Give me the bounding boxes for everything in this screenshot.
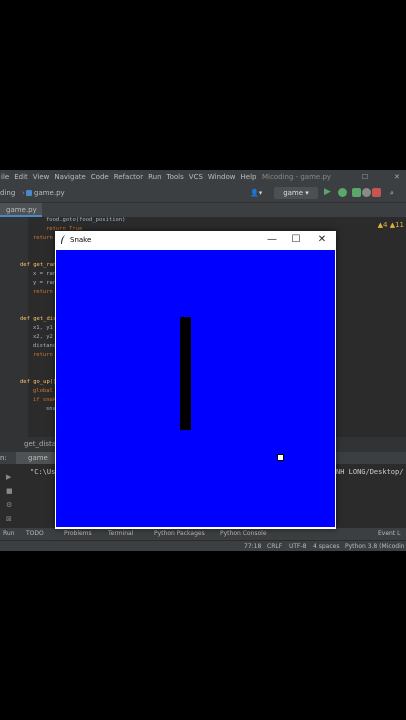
- tab-label: game.py: [6, 206, 37, 214]
- debug-icon[interactable]: [338, 188, 347, 197]
- tool-todo[interactable]: TODO: [26, 528, 44, 540]
- tab-game-py[interactable]: game.py: [0, 203, 42, 217]
- snake-title-bar[interactable]: Snake — ☐ ✕: [55, 231, 336, 249]
- code-line: def get_ran: [20, 262, 57, 268]
- settings-icon[interactable]: ⚙: [6, 498, 20, 512]
- status-interpreter[interactable]: Python 3.8 (Micodin: [345, 541, 405, 551]
- tool-python-console[interactable]: Python Console: [220, 528, 267, 540]
- stop-icon[interactable]: [372, 188, 381, 197]
- coverage-icon[interactable]: [352, 188, 361, 197]
- run-config-label: game: [283, 189, 304, 197]
- food-pellet: [277, 454, 284, 461]
- feather-icon: [61, 235, 65, 244]
- status-line-separator[interactable]: CRLF: [267, 541, 282, 551]
- run-side-toolbar: ▶ ■ ⚙ ⊠: [6, 470, 20, 526]
- menu-edit[interactable]: Edit: [14, 173, 28, 181]
- menu-file[interactable]: ile: [1, 173, 9, 181]
- breadcrumb-separator-icon: ›: [22, 189, 25, 197]
- menu-vcs[interactable]: VCS: [189, 173, 203, 181]
- ide-maximize-icon[interactable]: ☐: [362, 170, 368, 184]
- minimize-icon[interactable]: —: [260, 231, 284, 249]
- console-output: "C:\Us: [30, 468, 56, 476]
- code-line: y = ran: [33, 280, 57, 286]
- run-config-dropdown[interactable]: game ▾: [274, 187, 318, 199]
- menu-window[interactable]: Window: [208, 173, 236, 181]
- snake-window-title: Snake: [70, 236, 92, 244]
- menu-refactor[interactable]: Refactor: [114, 173, 143, 181]
- code-line: x = ran: [33, 271, 57, 277]
- tool-run[interactable]: Run: [3, 528, 15, 540]
- inspection-warnings[interactable]: ▲4 ▲11: [378, 221, 404, 229]
- console-output-path: NH LONG/Desktop/: [336, 468, 404, 476]
- status-bar: 77:18 CRLF UTF-8 4 spaces Python 3.8 (Mi…: [0, 540, 406, 551]
- file-breadcrumb[interactable]: game.py: [34, 184, 65, 202]
- tool-terminal[interactable]: Terminal: [108, 528, 133, 540]
- menu-navigate[interactable]: Navigate: [54, 173, 85, 181]
- profile-icon[interactable]: [362, 188, 371, 197]
- code-line: x1, y1: [33, 325, 53, 331]
- menu-tools[interactable]: Tools: [167, 173, 184, 181]
- snake-body: [180, 317, 191, 430]
- status-encoding[interactable]: UTF-8: [289, 541, 307, 551]
- status-position[interactable]: 77:18: [244, 541, 261, 551]
- menu-help[interactable]: Help: [241, 173, 257, 181]
- code-line: def get_dis: [20, 316, 57, 322]
- stop-run-icon[interactable]: ■: [6, 484, 20, 498]
- pin-icon[interactable]: ⊠: [6, 512, 20, 526]
- tool-window-bar: Run TODO Problems Terminal Python Packag…: [0, 528, 406, 540]
- tool-python-packages[interactable]: Python Packages: [154, 528, 205, 540]
- code-line: global: [33, 388, 53, 394]
- game-canvas[interactable]: [56, 250, 335, 527]
- toolbar: ding › game.py 👤▾ game ▾ ▶ ⌕: [0, 184, 406, 203]
- maximize-icon[interactable]: ☐: [284, 231, 308, 249]
- python-file-icon: [26, 190, 32, 196]
- code-line: distanc: [33, 343, 57, 349]
- code-line: return: [33, 352, 53, 358]
- ide-window-title: Micoding - game.py: [262, 173, 332, 181]
- snake-game-window: Snake — ☐ ✕: [55, 231, 336, 529]
- search-icon[interactable]: ⌕: [390, 184, 394, 202]
- editor-gutter: [0, 217, 28, 437]
- code-line: return: [33, 289, 53, 295]
- code-line: food.goto(food_position): [46, 217, 126, 223]
- user-icon[interactable]: 👤▾: [250, 184, 262, 202]
- menu-bar: ile Edit View Navigate Code Refactor Run Tools V…: [0, 170, 406, 184]
- run-tab-label: game: [28, 454, 48, 462]
- code-line: def go_up(): [20, 379, 57, 385]
- tool-problems[interactable]: Problems: [64, 528, 92, 540]
- code-line: x2, y2: [33, 334, 53, 340]
- status-indent[interactable]: 4 spaces: [313, 541, 339, 551]
- menu-run[interactable]: Run: [148, 173, 161, 181]
- editor-tabs: game.py: [0, 203, 406, 217]
- menu-view[interactable]: View: [33, 173, 50, 181]
- run-panel-label: n:: [0, 454, 7, 462]
- menu-code[interactable]: Code: [91, 173, 109, 181]
- run-icon[interactable]: ▶: [324, 188, 333, 197]
- close-icon[interactable]: ✕: [310, 231, 334, 249]
- code-line: if snak: [33, 397, 57, 403]
- rerun-icon[interactable]: ▶: [6, 470, 20, 484]
- ide-close-icon[interactable]: ✕: [394, 170, 400, 184]
- project-breadcrumb[interactable]: ding: [0, 184, 15, 202]
- code-line: return: [33, 235, 53, 241]
- tool-event-log[interactable]: Event L: [378, 528, 400, 540]
- run-tab-game[interactable]: game: [16, 452, 56, 464]
